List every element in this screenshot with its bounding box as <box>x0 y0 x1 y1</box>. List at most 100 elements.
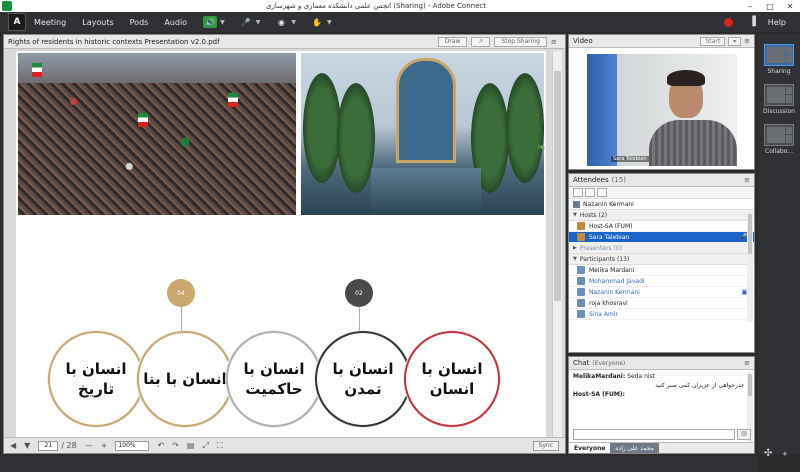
previous-page-icon[interactable]: ◀ <box>10 441 16 450</box>
send-message-icon[interactable]: ✉ <box>737 428 751 440</box>
attendees-pod-title: Attendees <box>573 176 609 184</box>
flag-icon <box>32 63 42 77</box>
group-presenters[interactable]: ▶ Presenters (0) <box>569 243 754 254</box>
layout-thumbnail[interactable] <box>764 124 794 146</box>
fullscreen-icon[interactable]: ⛶ <box>217 441 223 451</box>
undo-icon[interactable]: ↶ <box>157 441 164 450</box>
attendee-row[interactable]: Host-SA (FUM) <box>569 221 754 232</box>
chevron-down-icon[interactable]: ▼ <box>291 19 296 26</box>
circle-human-building: انسان با بنا <box>137 331 233 427</box>
layout-sharing[interactable]: Sharing <box>762 44 796 75</box>
raise-hand-icon[interactable]: ✋ <box>310 16 324 28</box>
speaker-control[interactable]: 🔊 ▼ <box>203 16 225 28</box>
menu-layouts[interactable]: Layouts <box>82 18 113 27</box>
speaker-name-label: Sara Talebian <box>611 156 649 162</box>
sync-button[interactable]: Sync <box>532 440 559 451</box>
chat-pod: Chat (Everyone) ≡ MelikaMardani: Seda ni… <box>568 356 755 454</box>
grid-view-icon[interactable] <box>585 188 595 197</box>
attendee-row-selected[interactable]: Sara Talebian 🎤 <box>569 232 754 243</box>
pin-icon[interactable]: ✣ <box>764 448 772 459</box>
draw-button[interactable]: Draw <box>437 36 468 47</box>
menu-help[interactable]: Help <box>768 18 786 27</box>
close-button[interactable]: ✕ <box>780 0 800 12</box>
group-participants[interactable]: ▼ Participants (13) <box>569 254 754 265</box>
pointer-button[interactable]: ↗ <box>471 36 491 47</box>
scrollbar-thumb[interactable] <box>748 374 752 396</box>
page-number-input[interactable]: 21 <box>38 440 59 451</box>
video-options-button[interactable]: ▾ <box>728 36 742 46</box>
pod-menu-icon[interactable]: ≡ <box>744 176 750 184</box>
layout-collaboration[interactable]: Collabo... <box>762 124 796 155</box>
maximize-button[interactable]: □ <box>760 0 780 12</box>
slide-scrollbar[interactable] <box>552 51 562 437</box>
participant-icon <box>577 299 585 307</box>
tab-private-chat[interactable]: محمد علی زاده <box>610 443 659 453</box>
menu-meeting[interactable]: Meeting <box>34 18 66 27</box>
scrollbar-thumb[interactable] <box>554 71 561 301</box>
status-icon[interactable] <box>597 188 607 197</box>
layout-thumbnail[interactable] <box>764 84 794 106</box>
chat-input[interactable] <box>573 428 735 440</box>
add-layout-icon[interactable]: + <box>782 450 788 458</box>
chevron-down-icon[interactable]: ▼ <box>220 19 225 26</box>
layout-thumbnail[interactable] <box>764 44 794 66</box>
microphone-icon[interactable]: 🎤 <box>239 16 253 28</box>
chat-pod-header: Chat (Everyone) ≡ <box>569 357 754 370</box>
pool <box>371 168 481 215</box>
record-icon[interactable] <box>723 17 733 27</box>
menu-pods[interactable]: Pods <box>130 18 149 27</box>
tab-everyone[interactable]: Everyone <box>569 443 611 453</box>
chevron-down-icon[interactable]: ▼ <box>327 19 332 26</box>
minimize-button[interactable]: – <box>740 0 760 12</box>
redo-icon[interactable]: ↷ <box>172 441 179 450</box>
pod-menu-icon[interactable]: ≡ <box>551 38 561 46</box>
webcam-control[interactable]: ◉ ▼ <box>274 16 296 28</box>
pod-menu-icon[interactable]: ≡ <box>744 37 750 45</box>
app-icon <box>2 1 12 11</box>
participant-icon <box>577 288 585 296</box>
attendee-row[interactable]: Mohammad Javadi <box>569 276 754 287</box>
menu-audio[interactable]: Audio <box>164 18 187 27</box>
iwan-arch <box>396 58 456 163</box>
flag-icon <box>138 113 148 127</box>
attendee-row[interactable]: Melika Mardani <box>569 265 754 276</box>
chevron-down-icon[interactable]: ▼ <box>256 19 261 26</box>
share-pod: Rights of residents in historic contexts… <box>3 34 566 454</box>
zoom-select[interactable]: 100% <box>115 440 150 451</box>
share-pod-title: Rights of residents in historic contexts… <box>8 37 220 46</box>
zoom-out-icon[interactable]: — <box>85 441 93 450</box>
start-webcam-button[interactable]: Start <box>700 36 726 46</box>
my-status-row[interactable]: Nazanin Kermani <box>569 199 754 210</box>
zoom-in-icon[interactable]: + <box>101 441 108 450</box>
attendee-row[interactable]: Nazanin Kermani ▣ <box>569 287 754 298</box>
my-name: Nazanin Kermani <box>583 200 634 208</box>
fit-page-icon[interactable]: ⤢ <box>202 441 208 451</box>
expand-icon[interactable]: ▶ <box>573 245 577 251</box>
chat-compose: ✉ <box>573 428 751 440</box>
attendee-row[interactable]: Sina Amir <box>569 309 754 320</box>
attendee-row[interactable]: roja khosravi <box>569 298 754 309</box>
attendees-scrollbar[interactable] <box>747 210 753 322</box>
participant-icon <box>577 310 585 318</box>
print-icon[interactable]: ▤ <box>187 441 195 450</box>
expand-icon[interactable]: ▼ <box>573 256 577 262</box>
attendees-count: (15) <box>611 176 626 184</box>
webcam-feed: Sara Talebian <box>587 54 737 166</box>
pod-menu-icon[interactable]: ≡ <box>744 359 750 367</box>
expand-icon[interactable]: ▼ <box>573 212 577 218</box>
group-hosts[interactable]: ▼ Hosts (2) <box>569 210 754 221</box>
stop-sharing-button[interactable]: Stop Sharing <box>494 36 547 47</box>
microphone-control[interactable]: 🎤 ▼ <box>239 16 261 28</box>
list-view-icon[interactable] <box>573 188 583 197</box>
decorative-leaf: ❧ <box>535 141 548 154</box>
menu-bar: A Meeting Layouts Pods Audio 🔊 ▼ 🎤 ▼ ◉ ▼… <box>0 12 800 32</box>
video-pod: Video Start ▾ ≡ Sara Talebian <box>568 34 755 170</box>
scrollbar-thumb[interactable] <box>748 214 752 254</box>
raise-hand-control[interactable]: ✋ ▼ <box>310 16 332 28</box>
chat-scope: (Everyone) <box>592 359 626 367</box>
webcam-icon[interactable]: ◉ <box>274 16 288 28</box>
adobe-connect-window: انجمن علمی دانشکده معماری و شهرسازی (Sha… <box>0 0 800 472</box>
layout-discussion[interactable]: Discussion <box>762 84 796 115</box>
next-page-icon[interactable]: ▼ <box>24 441 30 450</box>
speaker-icon[interactable]: 🔊 <box>203 16 218 28</box>
